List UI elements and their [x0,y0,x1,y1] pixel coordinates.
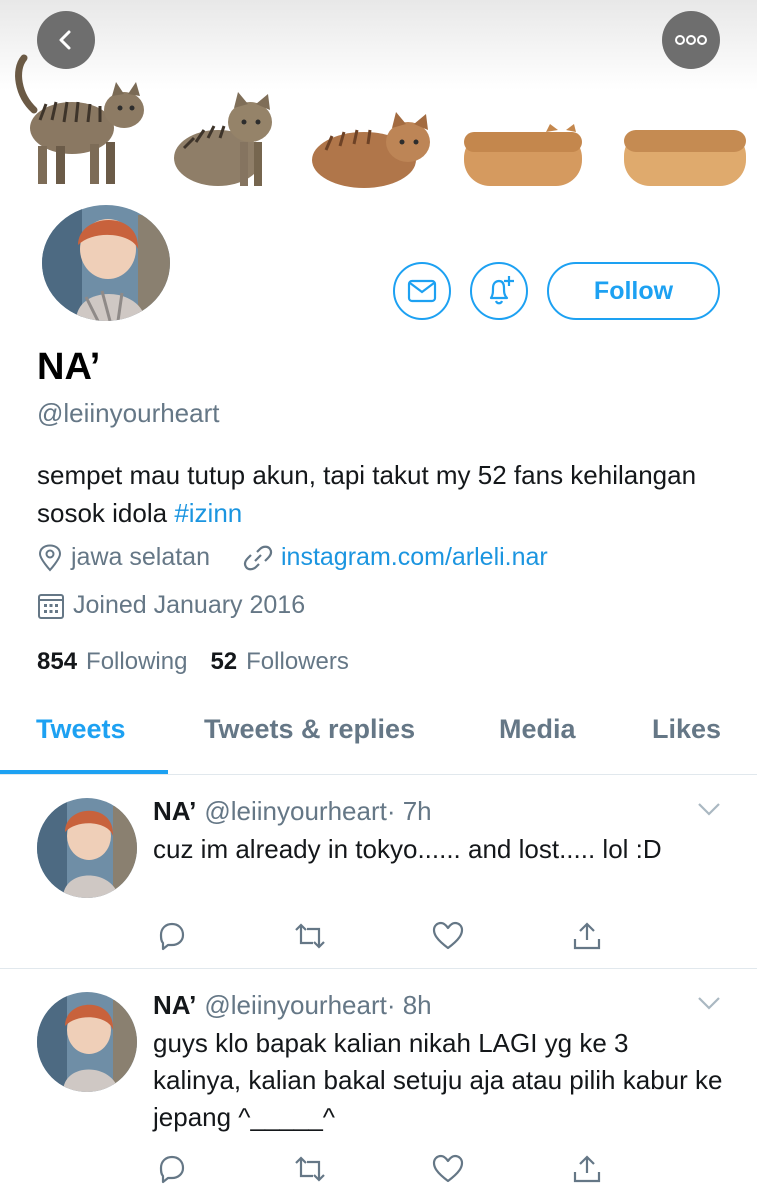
bio-hashtag-link[interactable]: #izinn [174,498,242,528]
tab-likes[interactable]: Likes [652,714,721,745]
tweet-avatar[interactable] [37,798,137,898]
cat-loaf-image [312,112,430,188]
following-label: Following [86,648,188,675]
more-dots-icon [675,35,707,45]
joined-text: Joined January 2016 [73,591,306,619]
tweet-header: NA’ @leiinyourheart· 8h [153,990,432,1021]
mail-icon [407,279,437,303]
profile-joined: Joined January 2016 [37,591,305,620]
avatar-image [42,205,170,321]
follow-button[interactable]: Follow [547,262,720,320]
tab-tweets[interactable]: Tweets [36,714,126,745]
followers-count: 52 [210,648,238,675]
more-button[interactable] [662,11,720,69]
calendar-icon [37,592,65,620]
tweet-text: guys klo bapak kalian nikah LAGI yg ke 3… [153,1028,723,1132]
tweet-author-handle[interactable]: @leiinyourheart [204,796,386,826]
message-button[interactable] [393,262,451,320]
tweet-header: NA’ @leiinyourheart· 7h [153,796,432,827]
tweet-time: · 8h [386,990,432,1020]
active-tab-indicator [0,770,168,774]
location-pin-icon [37,543,63,572]
tweet-avatar[interactable] [37,992,137,1092]
profile-avatar[interactable] [37,200,175,326]
tweet-time: · 7h [386,796,432,826]
cat-standing-image [15,54,144,184]
notifications-button[interactable] [470,262,528,320]
profile-bio: sempet mau tutup akun, tapi takut my 52 … [37,456,727,532]
avatar-image [37,798,137,898]
retweet-icon[interactable] [293,921,327,951]
share-icon[interactable] [572,1154,602,1184]
bell-plus-icon [489,276,514,305]
tweet-item[interactable]: NA’ @leiinyourheart· 7h cuz im already in… [0,776,757,969]
tab-media[interactable]: Media [499,714,576,745]
following-stat[interactable]: 854 Following [37,648,187,676]
bio-text: sempet mau tutup akun, tapi takut my 52 … [37,460,697,528]
profile-banner[interactable] [0,0,757,205]
chevron-down-icon[interactable] [697,996,721,1010]
profile-location: jawa selatan [37,543,210,572]
link-icon [243,544,273,572]
location-text: jawa selatan [71,543,210,571]
display-name: NA’ [37,346,101,388]
following-count: 854 [37,648,78,675]
reply-icon[interactable] [157,921,187,951]
tweet-author-name[interactable]: NA’ [153,990,196,1020]
heart-icon[interactable] [432,921,464,951]
tweet-author-handle[interactable]: @leiinyourheart [204,990,386,1020]
cat-sitting-image [174,92,272,186]
avatar-image [37,992,137,1092]
heart-icon[interactable] [432,1154,464,1184]
website-link[interactable]: instagram.com/arleli.nar [281,543,548,572]
bread-loaf-image [624,130,746,186]
profile-handle: @leiinyourheart [37,398,220,428]
back-button[interactable] [37,11,95,69]
tweet-author-name[interactable]: NA’ [153,796,196,826]
profile-tabs: Tweets Tweets & replies Media Likes [0,700,757,775]
tweet-text: cuz im already in tokyo...... and lost..… [153,834,662,864]
profile-stats: 854 Following 52 Followers [37,648,372,676]
reply-icon[interactable] [157,1154,187,1184]
followers-stat[interactable]: 52 Followers [210,648,348,676]
share-icon[interactable] [572,921,602,951]
retweet-icon[interactable] [293,1154,327,1184]
followers-label: Followers [246,648,349,675]
tab-tweets-replies[interactable]: Tweets & replies [204,714,415,745]
tweet-item[interactable]: NA’ @leiinyourheart· 8h guys klo bapak ka… [0,970,757,1199]
chevron-left-icon [59,30,71,50]
chevron-down-icon[interactable] [697,802,721,816]
bread-cat-image [464,124,582,186]
profile-website[interactable]: instagram.com/arleli.nar [243,543,548,572]
